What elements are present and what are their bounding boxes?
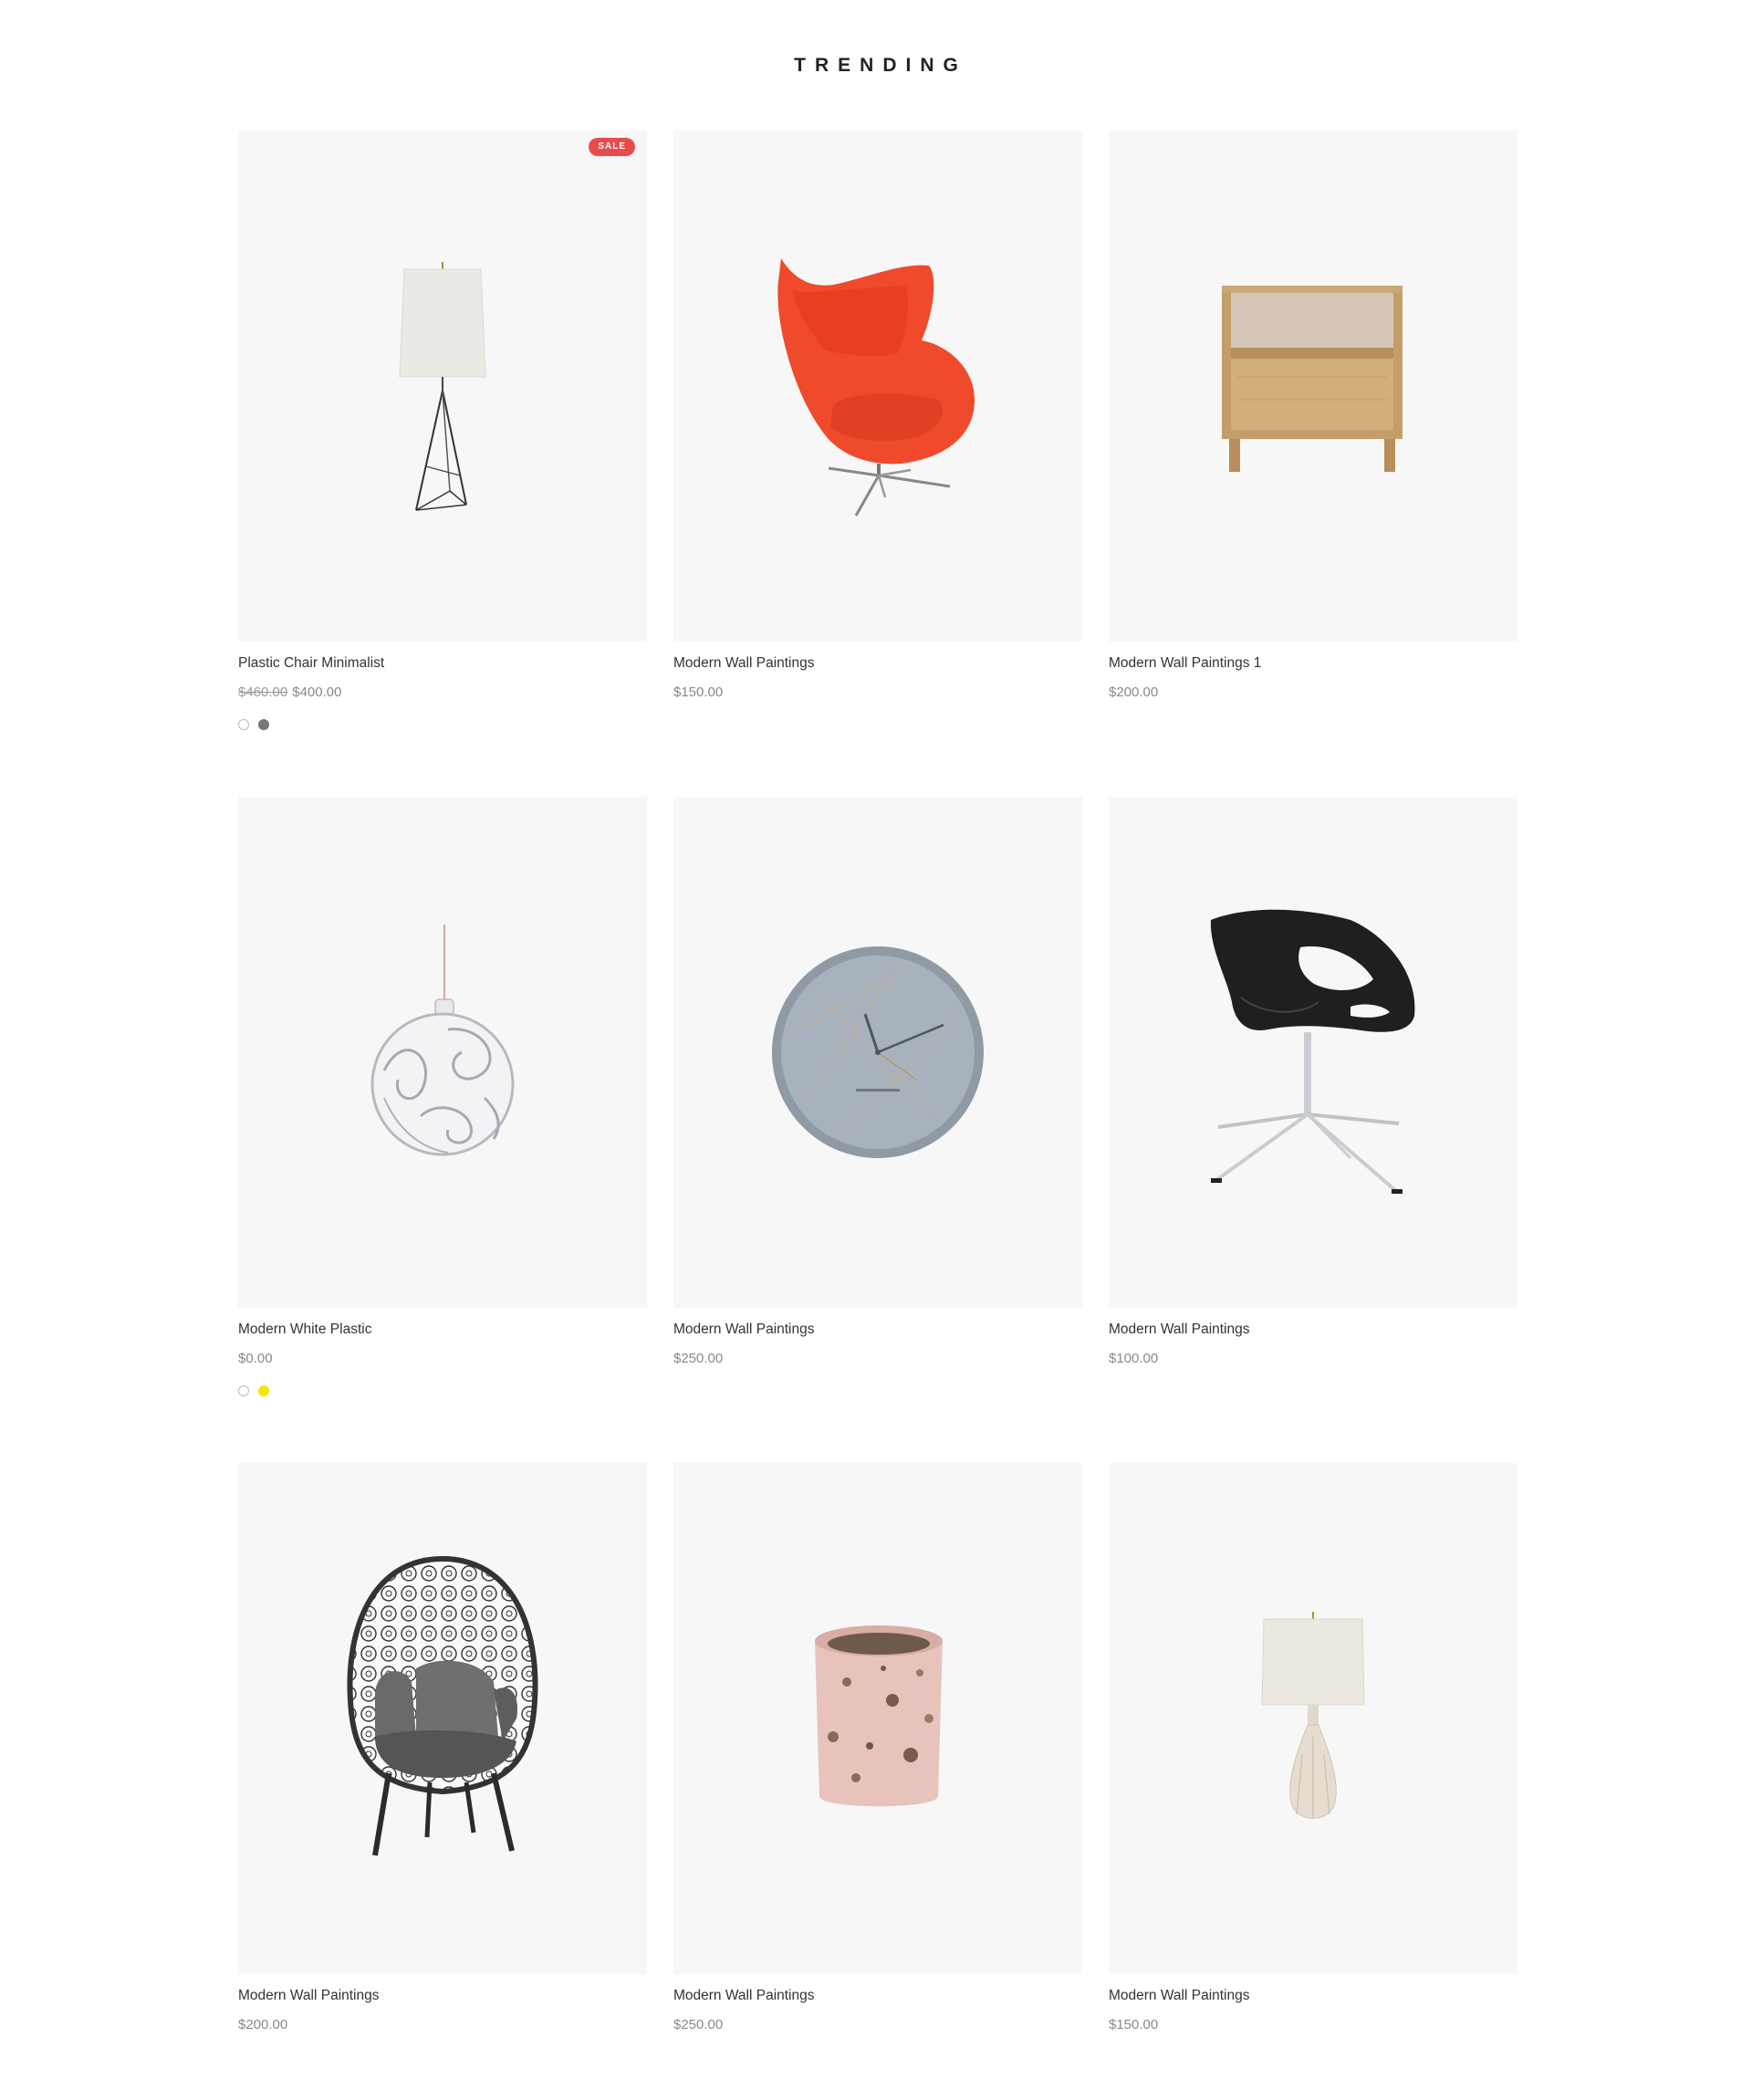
section-title: TRENDING [794,55,967,76]
product-name[interactable]: Modern Wall Paintings [1109,1988,1250,2004]
product-card[interactable]: SALE Plastic Chair Minimalist $460.00 $40… [238,131,647,730]
current-price: $400.00 [292,684,342,700]
product-card[interactable]: Modern Wall Paintings $200.00 [238,1463,647,2032]
product-image[interactable] [1109,1463,1517,1974]
product-price: $150.00 [1109,2017,1159,2032]
old-price: $460.00 [238,684,288,700]
product-name[interactable]: Modern Wall Paintings [238,1988,380,2004]
product-image[interactable] [238,797,647,1308]
product-price: $0.00 [238,1351,273,1366]
product-price: $250.00 [673,2017,724,2032]
product-card[interactable]: Modern Wall Paintings 1 $200.00 [1109,131,1517,700]
product-name[interactable]: Plastic Chair Minimalist [238,655,384,672]
product-card[interactable]: Modern White Plastic $0.00 [238,797,647,1396]
product-card[interactable]: Modern Wall Paintings $150.00 [673,131,1082,700]
product-image[interactable] [1109,131,1517,642]
floor-lamp-icon [399,262,486,511]
product-image[interactable] [1109,797,1517,1308]
product-price: $150.00 [673,684,724,700]
product-name[interactable]: Modern Wall Paintings 1 [1109,655,1261,672]
product-name[interactable]: Modern Wall Paintings [673,655,815,672]
product-image[interactable] [673,797,1082,1308]
product-card[interactable]: Modern Wall Paintings $250.00 [673,797,1082,1366]
product-image[interactable]: SALE [238,131,647,642]
product-image[interactable] [673,131,1082,642]
swatch-white[interactable] [238,1385,249,1396]
product-name[interactable]: Modern Wall Paintings [673,1322,815,1338]
color-swatches [238,1385,269,1396]
egg-chair-icon [777,258,975,517]
product-price: $200.00 [238,2017,288,2032]
product-image[interactable] [673,1463,1082,1974]
swatch-white[interactable] [238,719,249,730]
terrazzo-candle-icon [815,1625,943,1807]
swatch-yellow[interactable] [258,1385,269,1396]
table-lamp-icon [1261,1612,1365,1819]
product-name[interactable]: Modern Wall Paintings [673,1988,815,2004]
product-card[interactable]: Modern Wall Paintings $100.00 [1109,797,1517,1366]
product-price: $460.00 $400.00 [238,684,341,700]
product-card[interactable]: Modern Wall Paintings $150.00 [1109,1463,1517,2032]
nightstand-icon [1222,286,1403,472]
product-price: $200.00 [1109,684,1159,700]
swatch-gray[interactable] [258,719,269,730]
product-image[interactable] [238,1463,647,1974]
wall-clock-icon [772,946,984,1158]
product-name[interactable]: Modern Wall Paintings [1109,1322,1250,1338]
swivel-chair-icon [1210,909,1415,1194]
product-name[interactable]: Modern White Plastic [238,1322,371,1338]
product-card[interactable]: Modern Wall Paintings $250.00 [673,1463,1082,2032]
egg-lounge-chair-icon [347,1555,538,1856]
color-swatches [238,719,269,730]
glass-ornament-icon [370,925,515,1156]
product-price: $100.00 [1109,1351,1159,1366]
sale-badge: SALE [589,138,635,156]
product-price: $250.00 [673,1351,724,1366]
